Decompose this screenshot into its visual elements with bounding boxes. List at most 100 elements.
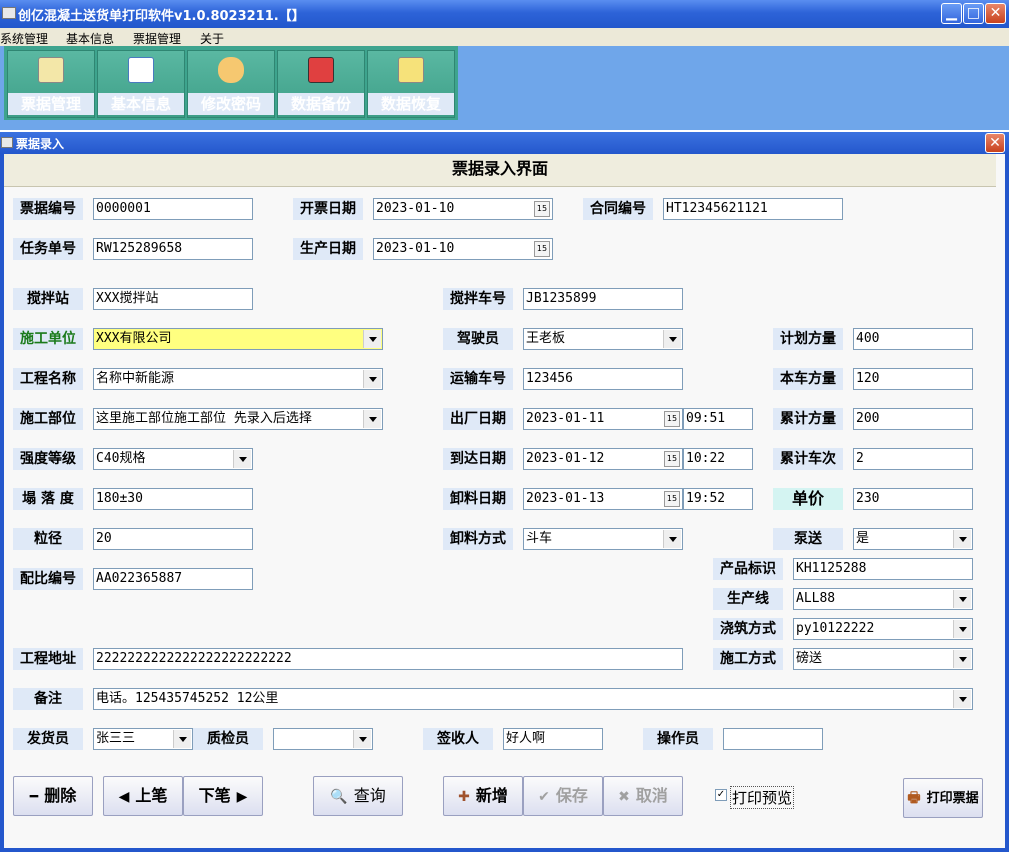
pour-select[interactable]: py10122222	[793, 618, 973, 640]
prev-label: 上笔	[135, 786, 168, 805]
total-trips-input[interactable]: 2	[853, 448, 973, 470]
print-preview-label[interactable]: 打印预览	[730, 786, 795, 809]
arrive-date-value: 2023-01-12	[526, 451, 605, 466]
toolbar-restore-button[interactable]: 数据恢复	[367, 50, 455, 118]
sender-select[interactable]: 张三三	[93, 728, 193, 750]
unload-time-input[interactable]: 19:52	[683, 488, 753, 510]
add-button[interactable]: ✚ 新增	[443, 776, 523, 816]
part-select[interactable]: 这里施工部位施工部位 先录入后选择	[93, 408, 383, 430]
calendar-icon[interactable]: 15	[664, 491, 680, 507]
query-button[interactable]: 🔍 查询	[313, 776, 403, 816]
chevron-down-icon[interactable]	[953, 650, 971, 668]
calendar-icon[interactable]: 15	[664, 411, 680, 427]
menu-basic-info[interactable]: 基本信息	[66, 30, 114, 47]
address-input[interactable]: 2222222222222222222222222	[93, 648, 683, 670]
chevron-down-icon[interactable]	[173, 730, 191, 748]
label-arrive-date: 到达日期	[443, 448, 513, 470]
window-title: 创亿混凝土送货单打印软件v1.0.8023211.【】	[18, 9, 305, 24]
delete-button[interactable]: ━ 删除	[13, 776, 93, 816]
chevron-down-icon[interactable]	[663, 530, 681, 548]
prod-date-picker[interactable]: 2023-01-10 15	[373, 238, 553, 260]
label-size: 粒径	[13, 528, 83, 550]
menu-system[interactable]: 系统管理	[0, 30, 48, 47]
print-ticket-button[interactable]: 🖶 打印票据	[903, 778, 983, 818]
label-plan-vol: 计划方量	[773, 328, 843, 350]
truck-no-input[interactable]: 123456	[523, 368, 683, 390]
child-close-button[interactable]: ✕	[985, 133, 1005, 153]
arrive-date-picker[interactable]: 2023-01-12 15	[523, 448, 683, 470]
driver-value: 王老板	[526, 331, 566, 346]
chevron-down-icon[interactable]	[953, 590, 971, 608]
toolbar-change-password-button[interactable]: 修改密码	[187, 50, 275, 118]
pump-select[interactable]: 是	[853, 528, 973, 550]
chevron-down-icon[interactable]	[353, 730, 371, 748]
unload-mode-select[interactable]: 斗车	[523, 528, 683, 550]
out-date-picker[interactable]: 2023-01-11 15	[523, 408, 683, 430]
this-vol-input[interactable]: 120	[853, 368, 973, 390]
unload-date-picker[interactable]: 2023-01-13 15	[523, 488, 683, 510]
task-no-input[interactable]: RW125289658	[93, 238, 253, 260]
grade-select[interactable]: C40规格	[93, 448, 253, 470]
chevron-down-icon[interactable]	[663, 330, 681, 348]
total-vol-input[interactable]: 200	[853, 408, 973, 430]
arrive-time-input[interactable]: 10:22	[683, 448, 753, 470]
contract-no-input[interactable]: HT12345621121	[663, 198, 843, 220]
next-button[interactable]: 下笔 ▶	[183, 776, 263, 816]
prev-button[interactable]: ◀ 上笔	[103, 776, 183, 816]
line-select[interactable]: ALL88	[793, 588, 973, 610]
mix-no-input[interactable]: AA022365887	[93, 568, 253, 590]
cancel-button[interactable]: ✖ 取消	[603, 776, 683, 816]
unload-mode-value: 斗车	[526, 531, 553, 546]
label-sender: 发货员	[13, 728, 83, 750]
receiver-input[interactable]: 好人啊	[503, 728, 603, 750]
calendar-icon[interactable]: 15	[664, 451, 680, 467]
calendar-icon[interactable]: 15	[534, 241, 550, 257]
size-input[interactable]: 20	[93, 528, 253, 550]
ticket-no-input[interactable]: 0000001	[93, 198, 253, 220]
toolbar-basic-info-button[interactable]: 基本信息	[97, 50, 185, 118]
plan-vol-input[interactable]: 400	[853, 328, 973, 350]
operator-input[interactable]	[723, 728, 823, 750]
menu-about[interactable]: 关于	[200, 30, 224, 47]
toolbar-ticket-management-button[interactable]: 票据管理	[7, 50, 95, 118]
label-project: 工程名称	[13, 368, 83, 390]
project-select[interactable]: 名称中新能源	[93, 368, 383, 390]
builder-value: XXX有限公司	[96, 331, 172, 346]
close-button[interactable]: ✕	[985, 3, 1006, 24]
driver-select[interactable]: 王老板	[523, 328, 683, 350]
chevron-down-icon[interactable]	[233, 450, 251, 468]
child-window-title-bar: 票据录入 ✕	[0, 132, 1009, 154]
label-price: 单价	[773, 488, 843, 510]
remark-select[interactable]: 电话。125435745252 12公里	[93, 688, 973, 710]
save-button[interactable]: ✔ 保存	[523, 776, 603, 816]
chevron-down-icon[interactable]	[953, 530, 971, 548]
label-address: 工程地址	[13, 648, 83, 670]
mixer-no-input[interactable]: JB1235899	[523, 288, 683, 310]
label-station: 搅拌站	[13, 288, 83, 310]
product-id-input[interactable]: KH1125288	[793, 558, 973, 580]
print-label: 打印票据	[926, 791, 979, 806]
calendar-icon[interactable]: 15	[534, 201, 550, 217]
maximize-button[interactable]: □	[963, 3, 984, 24]
chevron-down-icon[interactable]	[363, 370, 381, 388]
builder-select[interactable]: XXX有限公司	[93, 328, 383, 350]
label-unload-date: 卸料日期	[443, 488, 513, 510]
chevron-down-icon[interactable]	[953, 620, 971, 638]
label-grade: 强度等级	[13, 448, 83, 470]
method-select[interactable]: 磅送	[793, 648, 973, 670]
child-window-icon	[1, 137, 13, 148]
inspector-select[interactable]	[273, 728, 373, 750]
station-input[interactable]: XXX搅拌站	[93, 288, 253, 310]
toolbar-backup-button[interactable]: 数据备份	[277, 50, 365, 118]
chevron-down-icon[interactable]	[363, 410, 381, 428]
out-time-input[interactable]: 09:51	[683, 408, 753, 430]
print-preview-checkbox[interactable]: ✓	[715, 789, 727, 801]
issue-date-picker[interactable]: 2023-01-10 15	[373, 198, 553, 220]
chevron-down-icon[interactable]	[363, 330, 381, 348]
price-input[interactable]: 230	[853, 488, 973, 510]
menu-ticket-management[interactable]: 票据管理	[133, 30, 181, 47]
slump-input[interactable]: 180±30	[93, 488, 253, 510]
chevron-down-icon[interactable]	[953, 690, 971, 708]
minimize-button[interactable]: ▁	[941, 3, 962, 24]
grade-value: C40规格	[96, 451, 146, 466]
